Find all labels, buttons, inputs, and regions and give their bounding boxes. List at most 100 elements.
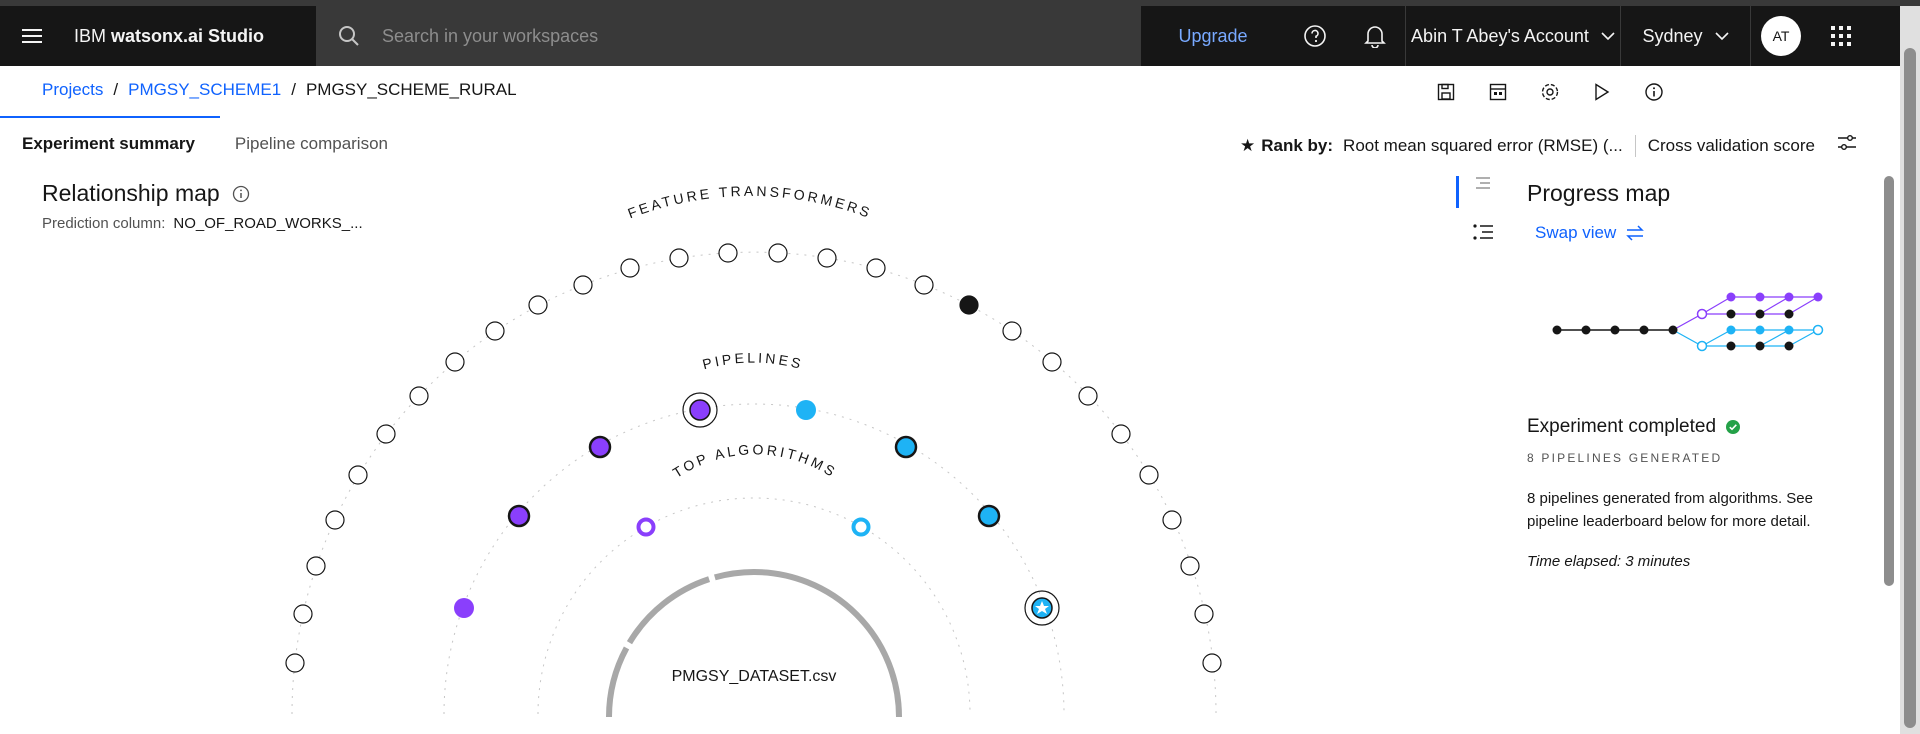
feature-node[interactable] xyxy=(409,386,429,406)
region-label: Sydney xyxy=(1642,25,1703,46)
feature-node[interactable] xyxy=(866,258,886,278)
relationship-map-chart: FEATURE TRANSFORMERS PIPELINES TOP ALGOR… xyxy=(285,183,1222,718)
chevron-down-icon xyxy=(1601,31,1615,40)
pipeline-node[interactable] xyxy=(796,400,816,420)
panel-scrollbar[interactable] xyxy=(1884,176,1894,586)
progress-node xyxy=(1696,308,1708,320)
feature-node[interactable] xyxy=(528,295,548,315)
feature-transformer-nodes xyxy=(285,243,1222,673)
status-text: Experiment completed xyxy=(1527,416,1717,437)
progress-node xyxy=(1696,340,1708,352)
swap-view-label: Swap view xyxy=(1535,223,1617,242)
feature-node[interactable] xyxy=(1180,556,1200,576)
feature-node[interactable] xyxy=(306,556,326,576)
feature-node[interactable] xyxy=(1162,510,1182,530)
app-switcher-icon[interactable] xyxy=(1811,6,1871,66)
pipeline-node[interactable] xyxy=(894,435,918,459)
progress-node xyxy=(1755,341,1765,351)
pipeline-node[interactable] xyxy=(689,399,711,421)
progress-node xyxy=(1755,309,1765,319)
progress-map-title: Progress map xyxy=(1527,180,1671,206)
feature-node-selected[interactable] xyxy=(959,295,979,315)
progress-node xyxy=(1784,341,1794,351)
progress-node xyxy=(1726,292,1736,302)
experiment-status: Experiment completed xyxy=(1527,416,1741,438)
user-avatar-button[interactable]: AT xyxy=(1751,6,1811,66)
progress-map-graph xyxy=(1552,292,1824,352)
ring-label-feature-transformers: FEATURE TRANSFORMERS xyxy=(625,183,874,221)
template-icon[interactable] xyxy=(1472,80,1524,104)
feature-node[interactable] xyxy=(485,321,505,341)
progress-node xyxy=(1784,309,1794,319)
chevron-down-icon xyxy=(1714,31,1729,40)
progress-node xyxy=(1784,292,1794,302)
feature-node[interactable] xyxy=(914,275,934,295)
progress-node xyxy=(1755,325,1765,335)
algorithm-node[interactable] xyxy=(851,517,871,537)
dataset-arc xyxy=(606,569,902,718)
feature-node[interactable] xyxy=(1202,653,1222,673)
ring-guides xyxy=(291,251,1217,715)
swap-view-link[interactable]: Swap view xyxy=(1535,223,1857,243)
progress-node xyxy=(1755,292,1765,302)
pipeline-count: 8 PIPELINES GENERATED xyxy=(1527,451,1723,465)
pipeline-node[interactable] xyxy=(454,598,474,618)
feature-node[interactable] xyxy=(817,248,837,268)
progress-node xyxy=(1581,325,1591,335)
progress-description: 8 pipelines generated from algorithms. S… xyxy=(1527,490,1813,530)
feature-node[interactable] xyxy=(348,465,368,485)
list-view-icon[interactable] xyxy=(1472,222,1494,247)
feature-node[interactable] xyxy=(768,243,788,263)
feature-node[interactable] xyxy=(285,653,305,673)
toolbar xyxy=(1420,80,1680,104)
feature-node[interactable] xyxy=(669,248,689,268)
run-icon[interactable] xyxy=(1576,80,1628,104)
feature-node[interactable] xyxy=(376,424,396,444)
progress-node xyxy=(1784,325,1794,335)
feature-node[interactable] xyxy=(1002,321,1022,341)
progress-node xyxy=(1610,325,1620,335)
progress-node xyxy=(1552,325,1562,335)
pipeline-node[interactable] xyxy=(507,504,531,528)
feature-node[interactable] xyxy=(325,510,345,530)
feature-node[interactable] xyxy=(573,275,593,295)
info-icon[interactable] xyxy=(1628,80,1680,104)
window-scroll-thumb[interactable] xyxy=(1904,48,1916,728)
feature-node[interactable] xyxy=(1111,424,1131,444)
feature-node[interactable] xyxy=(718,243,738,263)
ring-label-top-algorithms: TOP ALGORITHMS xyxy=(670,441,840,481)
feature-node[interactable] xyxy=(1078,386,1098,406)
algorithm-node[interactable] xyxy=(636,517,656,537)
ring-label-pipelines: PIPELINES xyxy=(701,350,806,373)
progress-map-panel: Progress map Swap view xyxy=(1527,180,1857,243)
feature-node[interactable] xyxy=(1194,604,1214,624)
progress-node xyxy=(1726,341,1736,351)
time-elapsed: Time elapsed: 3 minutes xyxy=(1527,553,1691,570)
rank-score-select[interactable]: Cross validation score xyxy=(1648,136,1815,156)
progress-node xyxy=(1813,292,1823,302)
swap-icon xyxy=(1626,225,1645,241)
tree-view-icon[interactable] xyxy=(1474,176,1492,197)
progress-node xyxy=(1639,325,1649,335)
feature-node[interactable] xyxy=(1139,465,1159,485)
rank-divider xyxy=(1634,134,1636,157)
window-scrollbar[interactable] xyxy=(1900,6,1920,734)
feature-node[interactable] xyxy=(445,352,465,372)
pipeline-node[interactable] xyxy=(977,504,1001,528)
pipeline-nodes xyxy=(454,392,1060,626)
dataset-node[interactable]: PMGSY_DATASET.csv xyxy=(606,569,902,718)
feature-node[interactable] xyxy=(293,604,313,624)
checkmark-icon xyxy=(1726,420,1741,434)
region-switcher[interactable]: Sydney xyxy=(1621,6,1750,66)
progress-node xyxy=(1726,309,1736,319)
progress-node xyxy=(1668,325,1678,335)
filter-settings-icon[interactable] xyxy=(1837,134,1857,157)
progress-node-best xyxy=(1812,324,1824,336)
feature-node[interactable] xyxy=(1042,352,1062,372)
pipeline-node[interactable] xyxy=(588,435,612,459)
dataset-label: PMGSY_DATASET.csv xyxy=(672,668,837,685)
view-tab-indicator xyxy=(1456,176,1459,208)
feature-node[interactable] xyxy=(620,258,640,278)
progress-node xyxy=(1726,325,1736,335)
settings-icon[interactable] xyxy=(1524,80,1576,104)
